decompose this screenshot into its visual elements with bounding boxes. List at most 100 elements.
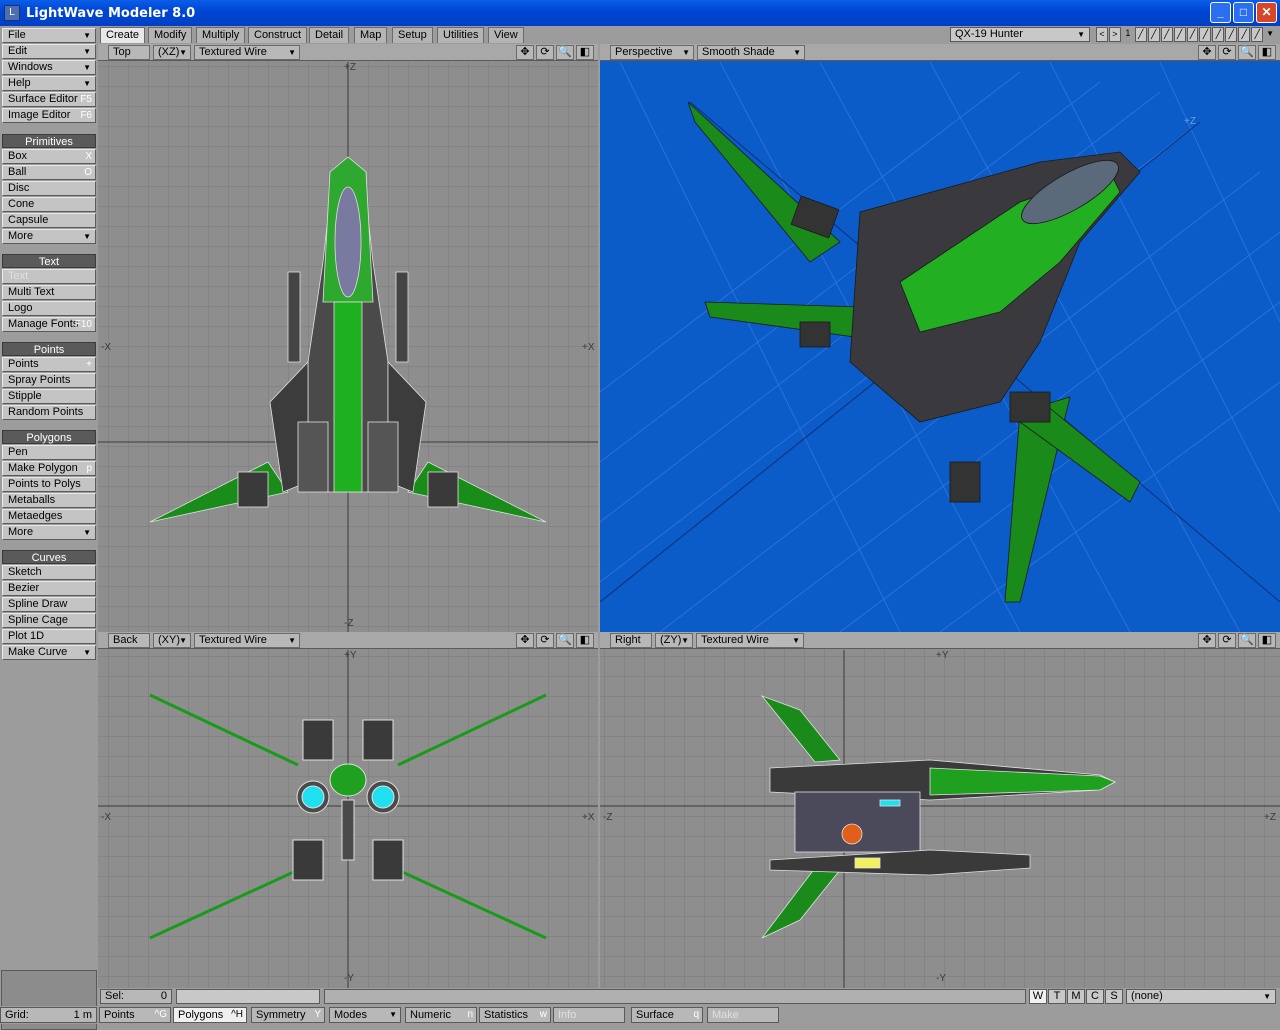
image-editor-button[interactable]: Image Editor F6 [2, 108, 96, 123]
maximize-button[interactable]: □ [1233, 2, 1254, 23]
layer-slot[interactable]: ╱ [1186, 27, 1199, 42]
close-button[interactable]: ✕ [1256, 2, 1277, 23]
surface-select[interactable]: (none) ▼ [1126, 989, 1276, 1004]
zoom-icon[interactable]: 🔍 [1238, 45, 1256, 60]
menu-file[interactable]: File ▼ [2, 28, 96, 43]
zoom-icon[interactable]: 🔍 [556, 45, 574, 60]
viewport-back[interactable]: Back (XY) ▼ Textured Wire ▼ ✥ ⟳ 🔍 ◧ +Y -Y -X [98, 632, 598, 988]
rotate-icon[interactable]: ⟳ [536, 45, 554, 60]
bezier-button[interactable]: Bezier [2, 581, 96, 596]
view-axes-back[interactable]: (XY) ▼ [153, 633, 191, 648]
menu-help[interactable]: Help ▼ [2, 76, 96, 91]
cone-button[interactable]: Cone [2, 197, 96, 212]
sketch-button[interactable]: Sketch [2, 565, 96, 580]
layer-slot[interactable]: ╱ [1173, 27, 1186, 42]
maximize-view-icon[interactable]: ◧ [576, 45, 594, 60]
wtmcs-c[interactable]: C [1086, 989, 1104, 1004]
layer-slot[interactable]: ╱ [1199, 27, 1212, 42]
wtmcs-w[interactable]: W [1029, 989, 1047, 1004]
tab-create[interactable]: Create [100, 27, 146, 43]
random-points-button[interactable]: Random Points [2, 405, 96, 420]
make-polygon-button[interactable]: Make Polygon p [2, 461, 96, 476]
maximize-view-icon[interactable]: ◧ [1258, 45, 1276, 60]
maximize-view-icon[interactable]: ◧ [1258, 633, 1276, 648]
layer-slot[interactable]: ╱ [1212, 27, 1225, 42]
tab-detail[interactable]: Detail [309, 27, 350, 43]
logo-button[interactable]: Logo [2, 301, 96, 316]
symmetry-button[interactable]: Symmetry Y [251, 1007, 325, 1023]
numeric-button[interactable]: Numeric n [405, 1007, 477, 1023]
modes-button[interactable]: Modes ▼ [329, 1007, 401, 1023]
manage-fonts-button[interactable]: Manage Fonts F10 [2, 317, 96, 332]
chevron-down-icon[interactable]: ▼ [1264, 27, 1277, 42]
box-button[interactable]: Box X [2, 149, 96, 164]
move-icon[interactable]: ✥ [1198, 633, 1216, 648]
rotate-icon[interactable]: ⟳ [1218, 45, 1236, 60]
view-type-back[interactable]: Back [108, 633, 150, 648]
make-curve-button[interactable]: Make Curve ▼ [2, 645, 96, 660]
make-button[interactable]: Make [707, 1007, 779, 1023]
wtmcs-t[interactable]: T [1048, 989, 1066, 1004]
surface-button[interactable]: Surface q [631, 1007, 703, 1023]
wtmcs-s[interactable]: S [1105, 989, 1123, 1004]
plot-1d-button[interactable]: Plot 1D [2, 629, 96, 644]
maximize-view-icon[interactable]: ◧ [576, 633, 594, 648]
multi-text-button[interactable]: Multi Text [2, 285, 96, 300]
spline-cage-button[interactable]: Spline Cage [2, 613, 96, 628]
viewport-perspective[interactable]: Perspective ▼ Smooth Shade ▼ ✥ ⟳ 🔍 ◧ +Z [600, 44, 1280, 632]
disc-button[interactable]: Disc [2, 181, 96, 196]
view-type-top[interactable]: Top [108, 45, 150, 60]
layer-slot[interactable]: ╱ [1160, 27, 1173, 42]
render-mode-perspective[interactable]: Smooth Shade ▼ [697, 45, 805, 60]
pen-button[interactable]: Pen [2, 445, 96, 460]
menu-edit[interactable]: Edit ▼ [2, 44, 96, 59]
layer-slot[interactable]: ╱ [1251, 27, 1264, 42]
polygons-more-button[interactable]: More ▼ [2, 525, 96, 540]
rotate-icon[interactable]: ⟳ [536, 633, 554, 648]
spray-points-button[interactable]: Spray Points [2, 373, 96, 388]
tab-multiply[interactable]: Multiply [196, 27, 246, 43]
capsule-button[interactable]: Capsule [2, 213, 96, 228]
points-mode-button[interactable]: Points ^G [99, 1007, 171, 1023]
view-axes-right[interactable]: (ZY) ▼ [655, 633, 693, 648]
tab-modify[interactable]: Modify [148, 27, 193, 43]
primitives-more-button[interactable]: More ▼ [2, 229, 96, 244]
move-icon[interactable]: ✥ [1198, 45, 1216, 60]
info-button[interactable]: Info [553, 1007, 625, 1023]
tab-setup[interactable]: Setup [392, 27, 433, 43]
move-icon[interactable]: ✥ [516, 45, 534, 60]
minimize-button[interactable]: _ [1210, 2, 1231, 23]
move-icon[interactable]: ✥ [516, 633, 534, 648]
view-axes-top[interactable]: (XZ) ▼ [153, 45, 191, 60]
layer-slot[interactable]: ╱ [1238, 27, 1251, 42]
view-type-perspective[interactable]: Perspective ▼ [610, 45, 694, 60]
polygons-mode-button[interactable]: Polygons ^H [173, 1007, 247, 1023]
ball-button[interactable]: Ball O [2, 165, 96, 180]
layer-slot[interactable]: ╱ [1147, 27, 1160, 42]
points-to-polys-button[interactable]: Points to Polys [2, 477, 96, 492]
text-button[interactable]: Text [2, 269, 96, 284]
object-selector[interactable]: QX-19 Hunter ▼ [950, 27, 1090, 42]
viewport-top[interactable]: Top (XZ) ▼ Textured Wire ▼ ✥ ⟳ 🔍 ◧ +Z -Z -X [98, 44, 598, 632]
menu-windows[interactable]: Windows ▼ [2, 60, 96, 75]
render-mode-top[interactable]: Textured Wire ▼ [194, 45, 300, 60]
tab-construct[interactable]: Construct [248, 27, 308, 43]
rotate-icon[interactable]: ⟳ [1218, 633, 1236, 648]
tab-utilities[interactable]: Utilities [437, 27, 485, 43]
layer-slot[interactable]: ╱ [1225, 27, 1238, 42]
tab-view[interactable]: View [488, 27, 524, 43]
render-mode-right[interactable]: Textured Wire ▼ [696, 633, 804, 648]
prev-layer-icon[interactable]: < [1096, 27, 1108, 42]
zoom-icon[interactable]: 🔍 [1238, 633, 1256, 648]
surface-editor-button[interactable]: Surface Editor F5 [2, 92, 96, 107]
statistics-button[interactable]: Statistics w [479, 1007, 551, 1023]
metaballs-button[interactable]: Metaballs [2, 493, 96, 508]
view-type-right[interactable]: Right [610, 633, 652, 648]
tab-map[interactable]: Map [354, 27, 388, 43]
render-mode-back[interactable]: Textured Wire ▼ [194, 633, 300, 648]
next-layer-icon[interactable]: > [1108, 27, 1121, 42]
layer-slot[interactable]: ╱ [1134, 27, 1147, 42]
zoom-icon[interactable]: 🔍 [556, 633, 574, 648]
metaedges-button[interactable]: Metaedges [2, 509, 96, 524]
spline-draw-button[interactable]: Spline Draw [2, 597, 96, 612]
